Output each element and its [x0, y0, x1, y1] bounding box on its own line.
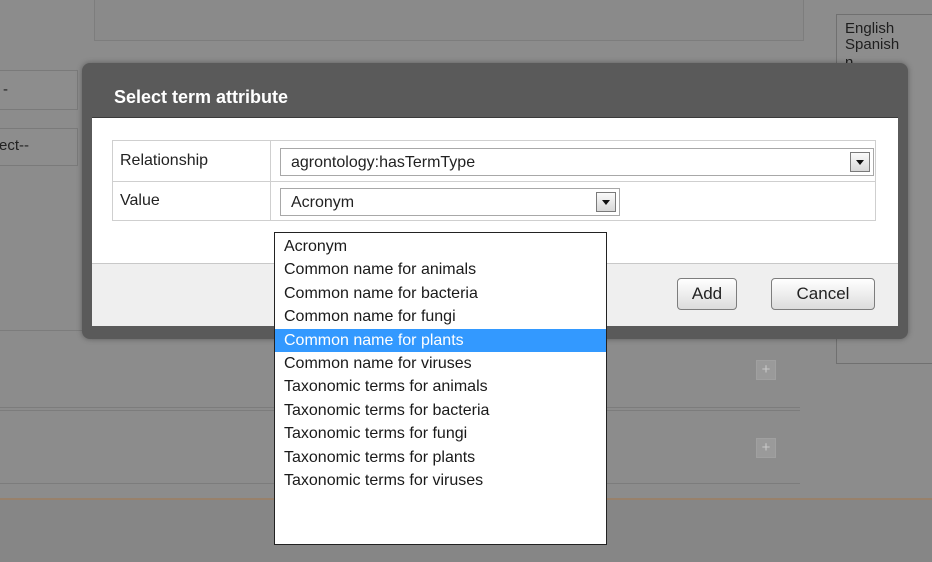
value-select[interactable]: Acronym [280, 188, 620, 216]
background-field-text: - [3, 81, 8, 98]
add-row-plus-icon: + [756, 360, 776, 380]
relationship-label: Relationship [112, 140, 271, 182]
dropdown-option[interactable]: Taxonomic terms for bacteria [275, 399, 606, 422]
dropdown-option[interactable]: Common name for animals [275, 258, 606, 281]
background-field: - [0, 70, 78, 110]
relationship-select-value: agrontology:hasTermType [291, 154, 476, 171]
dropdown-option[interactable]: Taxonomic terms for fungi [275, 422, 606, 445]
background-select-text: ect-- [0, 137, 29, 154]
add-button[interactable]: Add [677, 278, 737, 310]
dropdown-option[interactable]: Common name for plants [275, 328, 606, 352]
background-panel [94, 0, 804, 41]
value-select-value: Acronym [291, 194, 355, 211]
dropdown-option[interactable]: Taxonomic terms for plants [275, 446, 606, 469]
cancel-button[interactable]: Cancel [771, 278, 875, 310]
language-item: Spanish [845, 36, 900, 53]
dropdown-option[interactable]: Common name for fungi [275, 305, 606, 328]
dropdown-option[interactable]: Taxonomic terms for viruses [275, 469, 606, 492]
add-row-plus-icon: + [756, 438, 776, 458]
value-label: Value [112, 181, 271, 221]
dialog-title: Select term attribute [114, 87, 289, 107]
dropdown-option[interactable]: Common name for viruses [275, 352, 606, 375]
dropdown-option[interactable]: Acronym [275, 235, 606, 258]
chevron-down-icon[interactable] [850, 152, 870, 172]
background-select: ect-- [0, 128, 78, 166]
chevron-down-icon[interactable] [596, 192, 616, 212]
relationship-select[interactable]: agrontology:hasTermType [280, 148, 874, 176]
dropdown-option[interactable]: Taxonomic terms for animals [275, 375, 606, 398]
value-dropdown-list[interactable]: Acronym Common name for animals Common n… [274, 232, 607, 545]
dropdown-option[interactable]: Common name for bacteria [275, 282, 606, 305]
